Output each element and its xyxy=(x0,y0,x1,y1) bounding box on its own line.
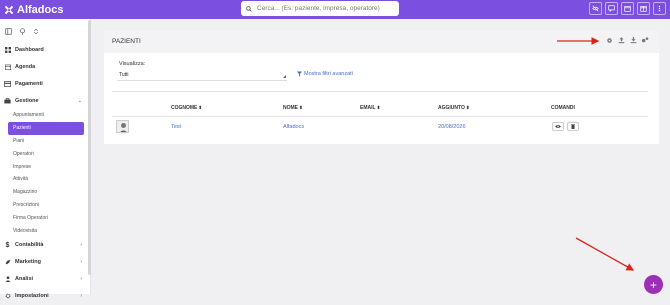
annotation-arrow-fab xyxy=(575,237,635,271)
gear-icon xyxy=(4,293,11,300)
chevron-right-icon: › xyxy=(80,293,82,300)
sidebar-item-label: Impostazioni xyxy=(15,293,49,300)
annotation-arrows xyxy=(557,37,635,271)
